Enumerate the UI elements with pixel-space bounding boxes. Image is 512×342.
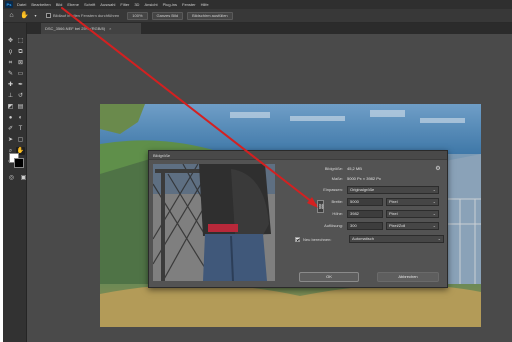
pen-tool-icon[interactable]: ✐ — [6, 125, 15, 133]
chevron-down-icon: ⌄ — [432, 199, 436, 204]
ruler-tool-icon[interactable]: ▭ — [16, 70, 25, 78]
menu-bar: Ps Datei Bearbeiten Bild Ebene Schrift A… — [3, 0, 512, 9]
image-preview[interactable] — [153, 164, 275, 281]
chevron-down-icon: ⌄ — [437, 236, 441, 241]
close-icon[interactable]: × — [109, 26, 111, 31]
document-tab-bar: DSC_3566.NEF bei 25% (RGB/8) × — [27, 23, 512, 34]
resolution-unit-select[interactable]: Pixel/Zoll ⌄ — [386, 222, 439, 230]
brush-tool-icon[interactable]: ✒ — [16, 81, 25, 89]
quick-mask-icon[interactable]: ◎ — [7, 174, 16, 182]
background-color-swatch[interactable] — [14, 158, 24, 168]
photoshop-window: Ps Datei Bearbeiten Bild Ebene Schrift A… — [3, 0, 512, 342]
canvas-area[interactable]: Bildgröße ⚙ Bildgröße: 45,2 MB Maße: 500… — [27, 34, 512, 342]
ok-button[interactable]: OK — [299, 272, 359, 282]
photoshop-logo-icon: Ps — [5, 1, 13, 8]
resample-row: Neu berechnen: Automatisch ⌄ — [295, 235, 444, 243]
home-icon[interactable]: ⌂ — [7, 12, 16, 20]
fit-screen-button[interactable]: Ganzes Bild — [151, 11, 184, 20]
menu-auswahl[interactable]: Auswahl — [100, 2, 115, 7]
scroll-all-windows-option[interactable]: Bildlauf in allen Fenstern durchführen — [46, 13, 119, 18]
menu-3d[interactable]: 3D — [134, 2, 139, 7]
menu-bearbeiten[interactable]: Bearbeiten — [31, 2, 50, 7]
resample-label: Neu berechnen: — [303, 236, 332, 242]
fit-to-row: Einpassen: Originalgröße ⌄ — [289, 186, 439, 194]
frame-tool-icon[interactable]: ⊠ — [16, 59, 25, 67]
marquee-tool-icon[interactable]: ⬚ — [16, 37, 25, 45]
width-unit-select[interactable]: Pixel ⌄ — [386, 198, 439, 206]
fit-to-label: Einpassen: — [323, 187, 343, 192]
object-select-tool-icon[interactable]: ⧉ — [16, 48, 25, 56]
width-label: Breite: — [331, 199, 343, 204]
menu-bild[interactable]: Bild — [56, 2, 63, 7]
lasso-tool-icon[interactable]: ϙ — [6, 48, 15, 56]
dimensions-label: Maße: — [331, 176, 343, 181]
image-size-row: Bildgröße: 45,2 MB — [289, 165, 362, 173]
width-unit-value: Pixel — [389, 199, 398, 204]
menu-ansicht[interactable]: Ansicht — [144, 2, 157, 7]
image-size-label: Bildgröße: — [324, 166, 343, 171]
zoom-100-button[interactable]: 100% — [127, 11, 148, 20]
type-tool-icon[interactable]: T — [16, 125, 25, 133]
chevron-down-icon: ⌄ — [432, 187, 436, 192]
fit-to-value: Originalgröße — [350, 187, 375, 192]
eyedropper-tool-icon[interactable]: ✎ — [6, 70, 15, 78]
fit-to-select[interactable]: Originalgröße ⌄ — [347, 186, 439, 194]
tools-panel: ✥ ⬚ ϙ ⧉ ⌗ ⊠ ✎ ▭ ✚ ✒ ⊥ ↺ ◩ ▤ ● ◐ ✐ T ➤ ▢ … — [3, 23, 27, 342]
move-tool-icon[interactable]: ✥ — [6, 37, 15, 45]
resample-value: Automatisch — [352, 236, 375, 241]
image-size-dialog: Bildgröße ⚙ Bildgröße: 45,2 MB Maße: 500… — [148, 150, 448, 288]
dimensions-row: Maße: 5000 Px × 3982 Px — [289, 175, 381, 183]
crop-tool-icon[interactable]: ⌗ — [6, 59, 15, 67]
dimensions-value[interactable]: 5000 Px × 3982 Px — [347, 175, 381, 183]
blur-tool-icon[interactable]: ● — [6, 114, 15, 122]
height-input[interactable]: 3982 — [347, 210, 383, 218]
path-select-tool-icon[interactable]: ➤ — [6, 136, 15, 144]
resolution-input[interactable]: 300 — [347, 222, 383, 230]
width-row: Breite: 5000 Pixel ⌄ — [289, 198, 439, 206]
gradient-tool-icon[interactable]: ▤ — [16, 103, 25, 111]
document-tab[interactable]: DSC_3566.NEF bei 25% (RGB/8) × — [41, 23, 141, 34]
fill-screen-button[interactable]: Bildschirm ausfüllen — [187, 11, 233, 20]
menu-filter[interactable]: Filter — [120, 2, 129, 7]
cancel-button[interactable]: Abbrechen — [377, 272, 439, 282]
height-unit-value: Pixel — [389, 211, 398, 216]
resolution-label: Auflösung: — [324, 223, 343, 228]
menu-hilfe[interactable]: Hilfe — [201, 2, 209, 7]
menu-datei[interactable]: Datei — [17, 2, 26, 7]
resample-select[interactable]: Automatisch ⌄ — [349, 235, 444, 243]
scroll-all-windows-checkbox[interactable] — [46, 13, 51, 18]
height-unit-select[interactable]: Pixel ⌄ — [386, 210, 439, 218]
options-bar: ⌂ ✋ ▾ Bildlauf in allen Fenstern durchfü… — [3, 9, 512, 23]
chevron-down-icon: ⌄ — [432, 223, 436, 228]
height-row: Höhe: 3982 Pixel ⌄ — [289, 210, 439, 218]
chevron-down-icon[interactable]: ▾ — [33, 12, 38, 20]
menu-fenster[interactable]: Fenster — [182, 2, 196, 7]
scroll-all-windows-label: Bildlauf in allen Fenstern durchführen — [53, 13, 120, 18]
history-brush-tool-icon[interactable]: ↺ — [16, 92, 25, 100]
shape-tool-icon[interactable]: ▢ — [16, 136, 25, 144]
hand-tool-icon[interactable]: ✋ — [20, 12, 29, 20]
dialog-title: Bildgröße — [149, 151, 447, 160]
dodge-tool-icon[interactable]: ◐ — [16, 114, 25, 122]
resample-checkbox[interactable] — [295, 236, 300, 242]
healing-brush-tool-icon[interactable]: ✚ — [6, 81, 15, 89]
preview-photo — [153, 164, 275, 281]
color-swatches[interactable] — [9, 153, 25, 169]
width-input[interactable]: 5000 — [347, 198, 383, 206]
menu-schrift[interactable]: Schrift — [84, 2, 95, 7]
clone-stamp-tool-icon[interactable]: ⊥ — [6, 92, 15, 100]
resolution-unit-value: Pixel/Zoll — [389, 223, 406, 228]
gear-icon[interactable]: ⚙ — [434, 165, 442, 173]
menu-ebene[interactable]: Ebene — [67, 2, 79, 7]
height-label: Höhe: — [332, 211, 343, 216]
image-size-value: 45,2 MB — [347, 166, 362, 171]
chevron-down-icon: ⌄ — [432, 211, 436, 216]
menu-plugins[interactable]: Plug-ins — [163, 2, 177, 7]
resolution-row: Auflösung: 300 Pixel/Zoll ⌄ — [289, 222, 439, 230]
eraser-tool-icon[interactable]: ◩ — [6, 103, 15, 111]
document-tab-title: DSC_3566.NEF bei 25% (RGB/8) — [45, 26, 106, 31]
